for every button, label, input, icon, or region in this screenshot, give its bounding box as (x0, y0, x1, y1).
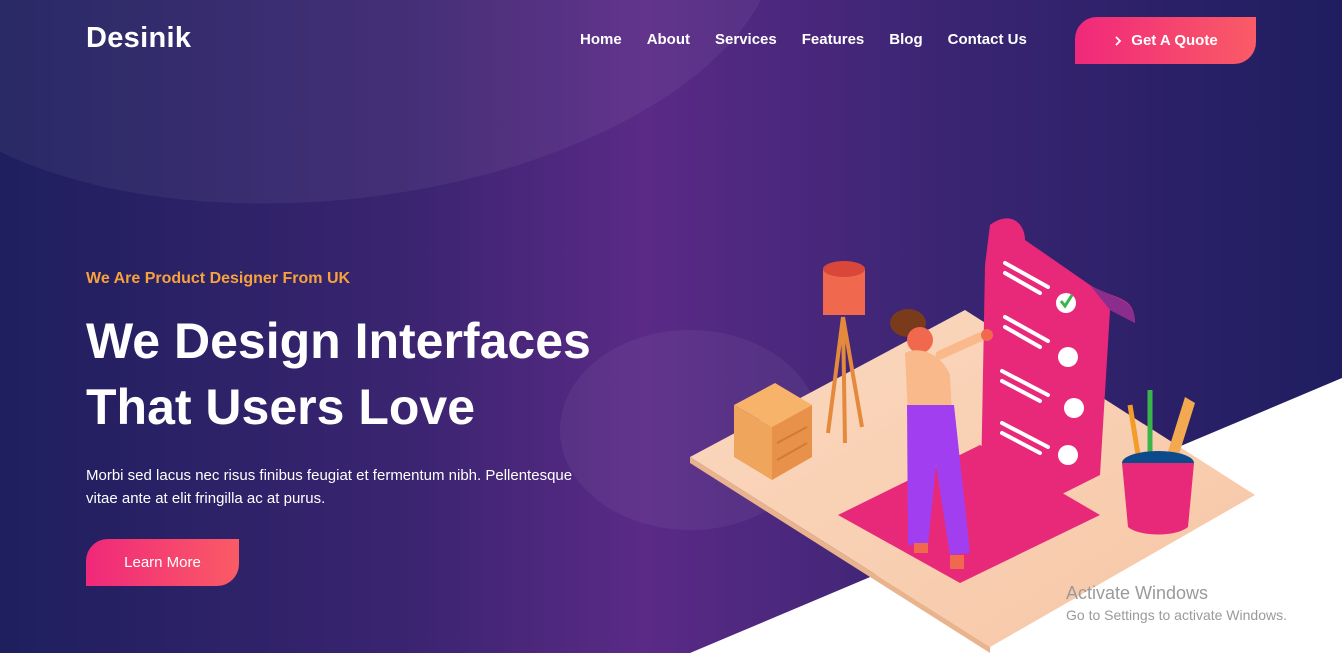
logo[interactable]: Desinik (86, 22, 191, 55)
nav-features[interactable]: Features (802, 31, 865, 48)
watermark-title: Activate Windows (1066, 583, 1209, 603)
nav-services[interactable]: Services (715, 31, 777, 48)
hero-section: We Are Product Designer From UK We Desig… (86, 270, 666, 510)
chevron-right-icon (1115, 35, 1122, 46)
hero-description-line2: vitae ante at elit fringilla ac at purus… (86, 490, 326, 507)
hero-title-line1: We Design Interfaces (86, 313, 591, 369)
hero-title-line2: That Users Love (86, 379, 476, 435)
main-nav: Home About Services Features Blog Contac… (580, 31, 1052, 48)
nav-blog[interactable]: Blog (889, 31, 922, 48)
watermark-subtitle: Go to Settings to activate Windows. (1066, 607, 1287, 623)
floor-lamp (823, 261, 865, 444)
hero-description: Morbi sed lacus nec risus finibus feugia… (86, 464, 646, 510)
get-quote-label: Get A Quote (1131, 32, 1218, 49)
pencil-cup (1122, 390, 1195, 535)
site-header: Desinik Home About Services Features Blo… (0, 0, 1342, 80)
nav-about[interactable]: About (647, 31, 690, 48)
nav-contact[interactable]: Contact Us (948, 31, 1027, 48)
hero-title: We Design Interfaces That Users Love (86, 308, 666, 440)
hero-tagline: We Are Product Designer From UK (86, 270, 351, 287)
nav-home[interactable]: Home (580, 31, 622, 48)
hero-description-line1: Morbi sed lacus nec risus finibus feugia… (86, 467, 573, 484)
learn-more-button[interactable]: Learn More (86, 539, 239, 586)
get-quote-button[interactable]: Get A Quote (1075, 17, 1256, 64)
windows-activation-watermark: Activate Windows Go to Settings to activ… (1066, 583, 1287, 623)
